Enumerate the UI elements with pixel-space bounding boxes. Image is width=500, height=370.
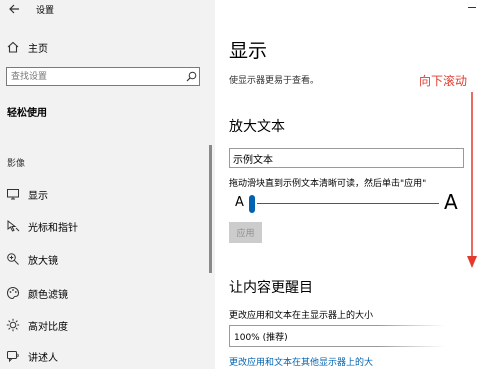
sidebar-item-label: 颜色滤镜 xyxy=(28,290,68,301)
sidebar-item-label: 主页 xyxy=(28,44,48,55)
text-size-heading: 放大文本 xyxy=(229,119,285,135)
sidebar-scrollbar[interactable] xyxy=(209,145,212,273)
sample-text-field[interactable] xyxy=(229,148,464,168)
sidebar-item-home[interactable]: 主页 xyxy=(0,35,210,61)
contrast-icon xyxy=(6,318,20,332)
search-field[interactable] xyxy=(6,67,200,86)
sidebar: 设置 主页 轻松使用 影像 显示 光标和指针 放大镜 xyxy=(0,0,215,369)
sidebar-item-magnifier[interactable]: 放大镜 xyxy=(0,247,210,273)
other-displays-link[interactable]: 更改应用和文本在其他显示器上的大 xyxy=(229,355,373,368)
sidebar-item-high-contrast[interactable]: 高对比度 xyxy=(0,313,210,339)
bigger-description: 更改应用和文本在主显示器上的大小 xyxy=(229,311,374,321)
monitor-icon xyxy=(7,189,19,200)
sidebar-item-label: 放大镜 xyxy=(28,256,58,267)
color-filter-icon xyxy=(6,286,20,300)
bigger-heading: 让内容更醒目 xyxy=(229,280,313,296)
sidebar-item-cursor[interactable]: 光标和指针 xyxy=(0,214,210,240)
text-size-slider-track[interactable] xyxy=(257,203,439,204)
sidebar-item-label: 高对比度 xyxy=(28,322,68,333)
sidebar-item-label: 显示 xyxy=(28,191,48,202)
home-icon xyxy=(7,41,19,53)
page-subtitle: 使显示器更易于查看。 xyxy=(229,76,320,86)
sidebar-item-label: 讲述人 xyxy=(28,353,58,364)
scale-dropdown-value: 100% (推荐) xyxy=(234,333,288,343)
sidebar-item-display[interactable]: 显示 xyxy=(0,182,210,208)
minimize-button[interactable] xyxy=(462,0,482,14)
page-title: 显示 xyxy=(229,40,268,62)
search-input[interactable] xyxy=(11,69,181,84)
window-title: 设置 xyxy=(36,6,55,16)
sidebar-item-label: 光标和指针 xyxy=(28,223,78,234)
section-title: 轻松使用 xyxy=(7,108,47,119)
cursor-icon xyxy=(7,219,20,232)
scroll-annotation: 向下滚动 xyxy=(419,74,468,88)
sample-text-input[interactable] xyxy=(233,151,459,165)
watermark-fade xyxy=(378,320,500,369)
back-button[interactable] xyxy=(7,2,21,16)
sidebar-item-color-filter[interactable]: 颜色滤镜 xyxy=(0,281,210,307)
sidebar-item-narrator[interactable]: 讲述人 xyxy=(0,344,210,370)
text-size-slider-thumb[interactable] xyxy=(249,195,255,213)
magnifier-icon xyxy=(7,253,19,265)
back-arrow-icon xyxy=(9,4,19,14)
minimize-icon xyxy=(468,7,476,8)
narrator-icon xyxy=(7,351,19,363)
group-label: 影像 xyxy=(7,159,26,169)
slider-max-label: A xyxy=(444,190,458,214)
apply-button[interactable]: 应用 xyxy=(229,222,262,243)
slider-min-label: A xyxy=(235,195,244,210)
scroll-down-arrow-icon xyxy=(467,92,477,268)
slider-instruction: 拖动滑块直到示例文本清晰可读，然后单击"应用" xyxy=(229,179,427,189)
search-icon xyxy=(186,71,197,82)
